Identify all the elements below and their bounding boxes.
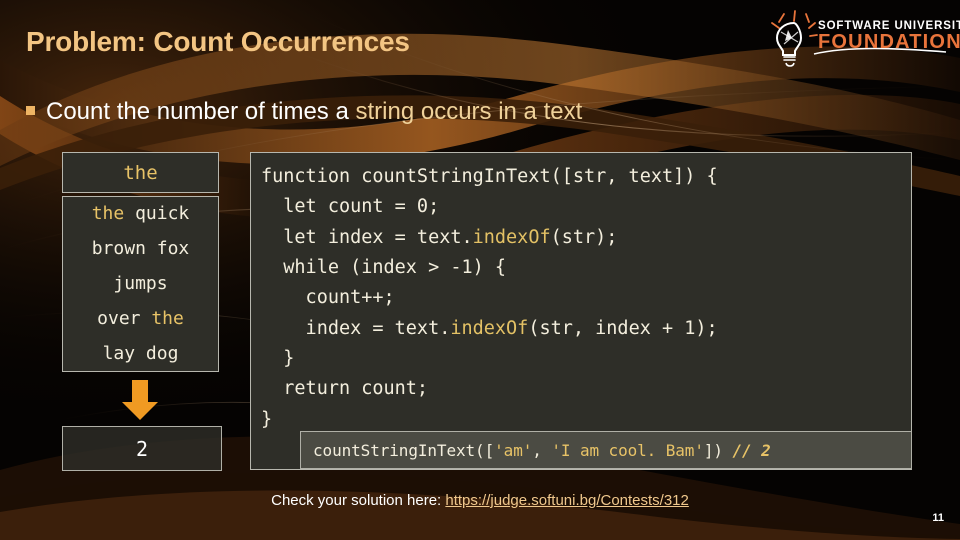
logo-line-2: FOUNDATION — [818, 31, 960, 53]
footer-label: Check your solution here: — [271, 492, 446, 509]
judge-link[interactable]: https://judge.softuni.bg/Contests/312 — [445, 492, 689, 509]
example-input-header-text: the — [123, 161, 158, 184]
page-title: Problem: Count Occurrences — [26, 26, 410, 57]
footer: Check your solution here: https://judge.… — [0, 492, 960, 509]
square-bullet-icon — [26, 106, 35, 115]
call-prefix: countStringInText([ — [313, 440, 495, 460]
example-input-line: jumps — [113, 273, 168, 295]
example-input-line: lay dog — [102, 342, 179, 364]
code-line: let count = 0; — [261, 196, 440, 218]
bullet-text-plain: Count the number of times a — [46, 98, 356, 125]
bullet-text: Count the number of times a string occur… — [46, 98, 582, 126]
code-lines: function countStringInText([str, text]) … — [261, 162, 911, 435]
code-line: index = text.indexOf(str, index + 1); — [261, 317, 718, 339]
code-block: function countStringInText([str, text]) … — [250, 152, 912, 470]
example-input-body-box: the quick brown fox jumps over the lay dog — [62, 196, 219, 372]
call-suffix: ]) — [703, 440, 733, 460]
example-input-line: the quick — [91, 203, 190, 225]
slide: Problem: Count Occurrences SOFTWARE UNIV… — [0, 0, 960, 540]
code-line: while (index > -1) { — [261, 256, 507, 278]
page-number: 11 — [932, 512, 944, 524]
example-input-header-box: the — [62, 152, 219, 193]
code-call-example-box: countStringInText(['am', 'I am cool. Bam… — [300, 431, 912, 469]
example-result-box: 2 — [62, 426, 222, 471]
example-input-line: brown fox — [91, 238, 190, 260]
example-input-line: over the — [97, 307, 184, 329]
code-line: function countStringInText([str, text]) … — [261, 166, 718, 187]
down-arrow-icon — [122, 380, 158, 420]
example-result-value: 2 — [135, 436, 149, 461]
code-line: let index = text.indexOf(str); — [261, 226, 618, 248]
logo: SOFTWARE UNIVERSITY FOUNDATION — [748, 8, 960, 70]
call-arg-1: 'am' — [494, 440, 533, 460]
call-separator: , — [532, 440, 552, 460]
code-line: } — [261, 347, 295, 369]
call-arg-2: 'I am cool. Bam' — [551, 440, 704, 460]
code-line: count++; — [261, 287, 395, 309]
code-line: return count; — [261, 378, 429, 400]
call-comment: // 2 — [732, 440, 771, 460]
code-call-example-line: countStringInText(['am', 'I am cool. Bam… — [313, 441, 771, 460]
bullet-text-highlight: string occurs in a text — [355, 98, 583, 125]
bullet-row: Count the number of times a string occur… — [26, 98, 582, 126]
